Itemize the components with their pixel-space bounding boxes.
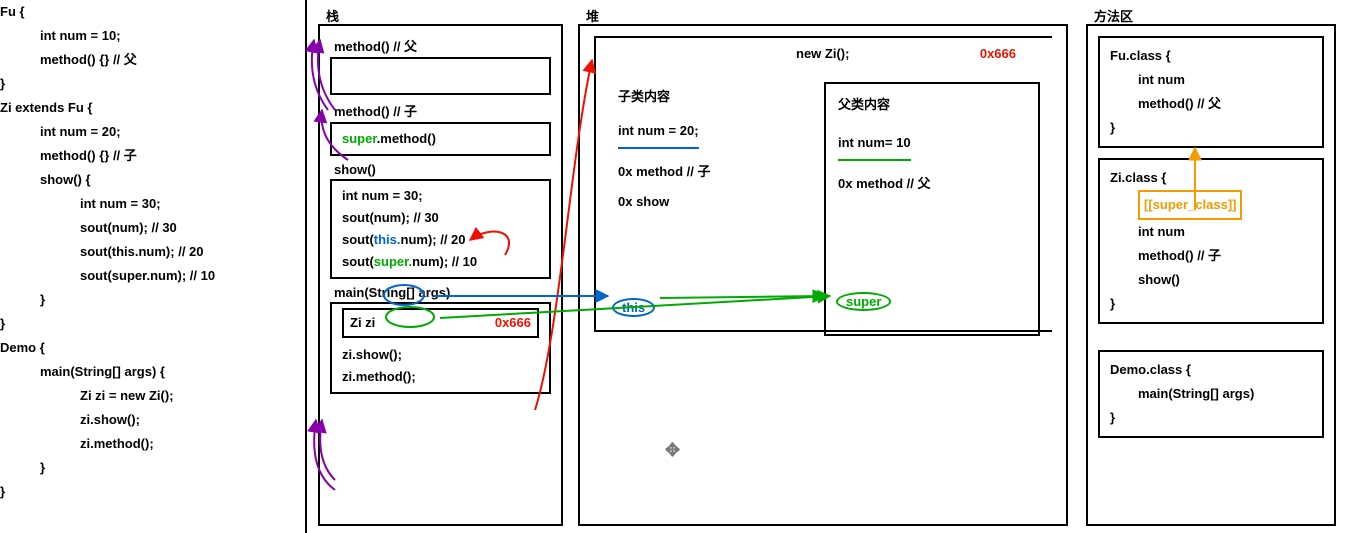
keyword-this: this.: [374, 232, 401, 247]
src-line: int num = 20;: [0, 120, 275, 144]
src-line: }: [0, 72, 275, 96]
stack-frame-body: [330, 57, 551, 95]
src-line: method() {} // 父: [0, 48, 275, 72]
text: show(): [1110, 268, 1312, 292]
stack-title: 栈: [326, 6, 339, 25]
text: method() // 父: [1110, 92, 1312, 116]
method-area-panel: Fu.class { int num method() // 父 } Zi.cl…: [1086, 24, 1336, 526]
divider: [305, 0, 307, 533]
stack-frame-body: Zi zi 0x666 zi.show(); zi.method();: [330, 302, 551, 394]
text: }: [1110, 292, 1312, 316]
heap-panel: new Zi(); 0x666 子类内容 int num = 20; 0x me…: [578, 24, 1068, 526]
heap-object-title: new Zi();: [796, 46, 849, 61]
field: 0x method // 父: [838, 169, 1026, 199]
text: method() // 子: [1110, 244, 1312, 268]
stack-frame-label: show(): [334, 162, 561, 177]
text: sout(num); // 30: [342, 207, 539, 229]
stack-frame-label: method() // 子: [334, 101, 561, 120]
src-line: }: [0, 312, 275, 336]
stack-frame-label: method() // 父: [334, 36, 561, 55]
text: num); // 20: [401, 232, 466, 247]
text: sout(this.num); // 20: [342, 229, 539, 251]
heap-child-content: int num = 20; 0x method // 子 0x show: [618, 116, 710, 217]
class-box-fu: Fu.class { int num method() // 父 }: [1098, 36, 1324, 148]
keyword-super: super.: [374, 254, 412, 269]
stack-frame-body: super.method(): [330, 122, 551, 156]
stack-var-box: Zi zi 0x666: [342, 308, 539, 338]
heap-object-address: 0x666: [980, 46, 1016, 61]
this-badge: this: [612, 298, 655, 317]
src-line: Zi zi = new Zi();: [0, 384, 275, 408]
keyword-super: super: [342, 131, 377, 146]
src-line: }: [0, 288, 275, 312]
class-box-demo: Demo.class { main(String[] args) }: [1098, 350, 1324, 438]
src-line: }: [0, 456, 275, 480]
text: sout(super.num); // 10: [342, 251, 539, 273]
text: Zi.class {: [1110, 166, 1312, 190]
src-line: method() {} // 子: [0, 144, 275, 168]
src-line: Fu {: [0, 0, 275, 24]
field: 0x show: [618, 187, 710, 217]
src-line: int num = 30;: [0, 192, 275, 216]
var-address: 0x666: [495, 312, 531, 334]
text: sout(: [342, 254, 374, 269]
source-code: Fu { int num = 10; method() {} // 父 } Zi…: [0, 0, 275, 504]
text: zi.show();: [342, 344, 539, 366]
heap-child-label: 子类内容: [618, 86, 670, 105]
text: int num: [1110, 68, 1312, 92]
text: .method(): [377, 131, 436, 146]
heap-object: new Zi(); 0x666 子类内容 int num = 20; 0x me…: [594, 36, 1052, 332]
stack-frame-body: int num = 30; sout(num); // 30 sout(this…: [330, 179, 551, 279]
text: }: [1110, 406, 1312, 430]
super-class-tag: [[super_class]]: [1138, 190, 1242, 220]
method-area-title: 方法区: [1094, 6, 1133, 25]
stack-panel: method() // 父 method() // 子 super.method…: [318, 24, 563, 526]
cursor-icon: ✥: [665, 440, 680, 461]
src-line: main(String[] args) {: [0, 360, 275, 384]
text: sout(: [342, 232, 374, 247]
text: main(String[] args): [1110, 382, 1312, 406]
src-line: Zi extends Fu {: [0, 96, 275, 120]
text: zi.method();: [342, 366, 539, 388]
src-line: zi.show();: [0, 408, 275, 432]
text: int num = 30;: [342, 185, 539, 207]
src-line: int num = 10;: [0, 24, 275, 48]
text: int num: [1110, 220, 1312, 244]
field: int num = 20;: [618, 116, 699, 149]
heap-title: 堆: [586, 6, 599, 25]
src-line: sout(num); // 30: [0, 216, 275, 240]
src-line: sout(super.num); // 10: [0, 264, 275, 288]
stack-frame-label: main(String[] args): [334, 285, 561, 300]
text: Fu.class {: [1110, 44, 1312, 68]
heap-parent-label: 父类内容: [838, 90, 1026, 120]
super-badge: super: [836, 292, 891, 311]
src-line: sout(this.num); // 20: [0, 240, 275, 264]
class-box-zi: Zi.class { [[super_class]] int num metho…: [1098, 158, 1324, 324]
text: Demo.class {: [1110, 358, 1312, 382]
field: 0x method // 子: [618, 157, 710, 187]
var-name: Zi zi: [350, 312, 375, 334]
src-line: }: [0, 480, 275, 504]
text: }: [1110, 116, 1312, 140]
src-line: show() {: [0, 168, 275, 192]
src-line: Demo {: [0, 336, 275, 360]
text: num); // 10: [412, 254, 477, 269]
src-line: zi.method();: [0, 432, 275, 456]
field: int num= 10: [838, 128, 911, 161]
